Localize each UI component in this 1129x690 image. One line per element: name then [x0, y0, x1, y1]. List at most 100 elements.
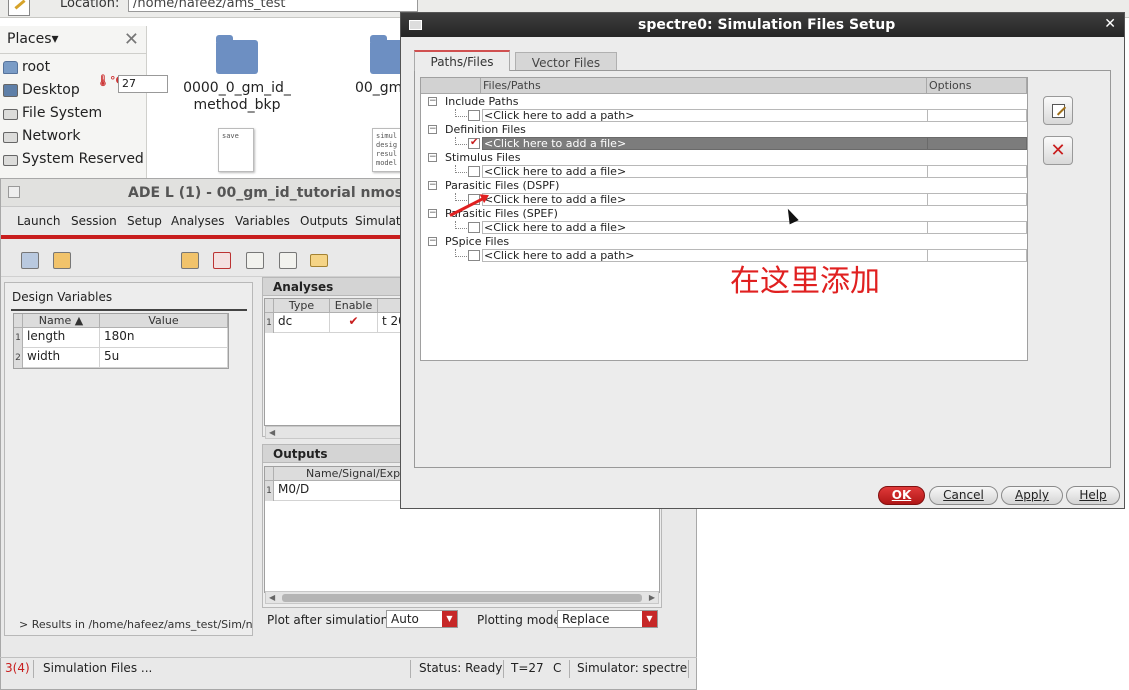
tree-leaf-spef-file[interactable]: <Click here to add a file> — [421, 221, 1027, 235]
column-header-name[interactable]: Name ▲ — [23, 314, 100, 328]
options-field[interactable] — [928, 109, 1027, 122]
horizontal-scrollbar[interactable]: ◀ ▶ — [265, 591, 659, 604]
window-menu-icon[interactable] — [8, 186, 20, 198]
plot-after-select[interactable]: Auto ▼ — [386, 610, 458, 628]
scrollbar-thumb[interactable] — [282, 594, 642, 602]
plotting-mode-select[interactable]: Replace ▼ — [557, 610, 658, 628]
status-bar: 3(4) Simulation Files ... Status: Ready … — [0, 657, 697, 679]
load-state-icon[interactable] — [53, 252, 71, 269]
tree-node-stimulus-files[interactable]: − Stimulus Files — [421, 151, 1027, 165]
collapse-icon[interactable]: − — [428, 125, 437, 134]
tab-vector-files[interactable]: Vector Files — [515, 52, 617, 71]
tree-node-parasitic-dspf[interactable]: − Parasitic Files (DSPF) — [421, 179, 1027, 193]
apply-button[interactable]: Apply — [1001, 486, 1063, 505]
add-file-field[interactable]: <Click here to add a file> — [482, 165, 928, 178]
column-header-value[interactable]: Value — [100, 314, 228, 328]
edit-icon — [1052, 104, 1065, 118]
tree-leaf-pspice-path[interactable]: <Click here to add a path> — [421, 249, 1027, 263]
collapse-icon[interactable]: − — [428, 153, 437, 162]
collapse-icon[interactable]: − — [428, 181, 437, 190]
netlist-icon[interactable] — [213, 252, 231, 269]
file-item-name[interactable]: 0000_0_gm_id_ method_bkp — [167, 80, 307, 114]
edit-icon[interactable] — [279, 252, 297, 269]
chevron-down-icon: ▼ — [442, 611, 457, 627]
tree-node-parasitic-spef[interactable]: − Parasitic Files (SPEF) — [421, 207, 1027, 221]
tree-node-definition-files[interactable]: − Definition Files — [421, 123, 1027, 137]
menu-analyses[interactable]: Analyses — [171, 214, 225, 228]
tree-node-pspice-files[interactable]: − PSpice Files — [421, 235, 1027, 249]
variable-name[interactable]: length — [23, 328, 100, 348]
tree-leaf-include-path[interactable]: <Click here to add a path> — [421, 109, 1027, 123]
column-header-options[interactable]: Options — [927, 78, 1027, 94]
column-header-files-paths[interactable]: Files/Paths — [481, 78, 927, 94]
menu-session[interactable]: Session — [71, 214, 117, 228]
save-state-icon[interactable] — [21, 252, 39, 269]
enable-checkbox[interactable] — [468, 137, 480, 149]
close-icon[interactable]: ✕ — [124, 29, 139, 50]
options-field[interactable] — [928, 137, 1027, 150]
window-menu-icon[interactable] — [409, 20, 422, 30]
dialog-titlebar[interactable]: spectre0: Simulation Files Setup ✕ — [401, 13, 1124, 37]
scroll-right-icon[interactable]: ▶ — [649, 593, 655, 602]
enable-checkbox[interactable] — [468, 110, 480, 121]
add-file-field[interactable]: <Click here to add a file> — [482, 137, 928, 150]
enable-checkbox[interactable] — [468, 166, 480, 177]
table-row[interactable]: 1 length 180n — [14, 328, 228, 348]
location-input[interactable]: /home/hafeez/ams_test — [128, 0, 418, 12]
variable-value[interactable]: 180n — [100, 328, 228, 348]
ok-button[interactable]: OK — [878, 486, 925, 505]
menu-outputs[interactable]: Outputs — [300, 214, 348, 228]
scroll-left-icon[interactable]: ◀ — [269, 428, 275, 437]
results-path: > Results in /home/hafeez/ams_test/Sim/n — [19, 618, 253, 631]
delete-button[interactable]: ✕ — [1043, 136, 1073, 165]
tree-leaf-stimulus-file[interactable]: <Click here to add a file> — [421, 165, 1027, 179]
file-icon[interactable]: save — [218, 128, 254, 172]
place-network[interactable]: Network — [0, 126, 147, 148]
collapse-icon[interactable]: − — [428, 97, 437, 106]
help-button[interactable]: Help — [1066, 486, 1120, 505]
edit-icon[interactable] — [8, 0, 30, 16]
tab-paths-files[interactable]: Paths/Files — [414, 50, 510, 71]
menu-launch[interactable]: Launch — [17, 214, 60, 228]
enable-checkbox[interactable] — [468, 222, 480, 233]
tree-node-include-paths[interactable]: − Include Paths — [421, 95, 1027, 109]
add-path-field[interactable]: <Click here to add a path> — [482, 109, 928, 122]
status-message: Simulation Files ... — [43, 661, 153, 675]
menu-setup[interactable]: Setup — [127, 214, 162, 228]
drive-icon — [3, 155, 18, 166]
setup-icon[interactable] — [181, 252, 199, 269]
edit-button[interactable] — [1043, 96, 1073, 125]
column-header-enable[interactable]: Enable — [330, 299, 378, 313]
collapse-icon[interactable]: − — [428, 209, 437, 218]
place-system-reserved[interactable]: System Reserved — [0, 149, 147, 171]
options-field[interactable] — [928, 193, 1027, 206]
folder-icon[interactable] — [216, 35, 258, 74]
plot-after-label: Plot after simulation: — [267, 613, 393, 627]
add-file-field[interactable]: <Click here to add a file> — [482, 221, 928, 234]
analysis-enable-checkbox[interactable]: ✔ — [330, 313, 378, 333]
analysis-type[interactable]: dc — [274, 313, 330, 333]
cancel-button[interactable]: Cancel — [929, 486, 998, 505]
places-dropdown[interactable]: Places▾ — [7, 31, 59, 47]
tree-leaf-dspf-file[interactable]: <Click here to add a file> — [421, 193, 1027, 207]
chevron-down-icon: ▼ — [642, 611, 657, 627]
temperature-input[interactable]: 27 — [118, 75, 168, 93]
add-file-field[interactable]: <Click here to add a file> — [482, 193, 928, 206]
open-folder-icon[interactable] — [310, 254, 328, 267]
collapse-icon[interactable]: − — [428, 237, 437, 246]
options-field[interactable] — [928, 165, 1027, 178]
lock-icon[interactable] — [246, 252, 264, 269]
variable-value[interactable]: 5u — [100, 348, 228, 368]
enable-checkbox[interactable] — [468, 250, 480, 261]
variable-name[interactable]: width — [23, 348, 100, 368]
close-icon[interactable]: ✕ — [1104, 16, 1116, 32]
table-row[interactable]: 2 width 5u — [14, 348, 228, 368]
menu-variables[interactable]: Variables — [235, 214, 290, 228]
tree-leaf-definition-file[interactable]: <Click here to add a file> — [421, 137, 1027, 151]
scroll-left-icon[interactable]: ◀ — [269, 593, 275, 602]
options-field[interactable] — [928, 221, 1027, 234]
place-file-system[interactable]: File System — [0, 103, 147, 125]
column-header-type[interactable]: Type — [274, 299, 330, 313]
options-field[interactable] — [928, 249, 1027, 262]
dialog-title: spectre0: Simulation Files Setup — [638, 17, 896, 33]
